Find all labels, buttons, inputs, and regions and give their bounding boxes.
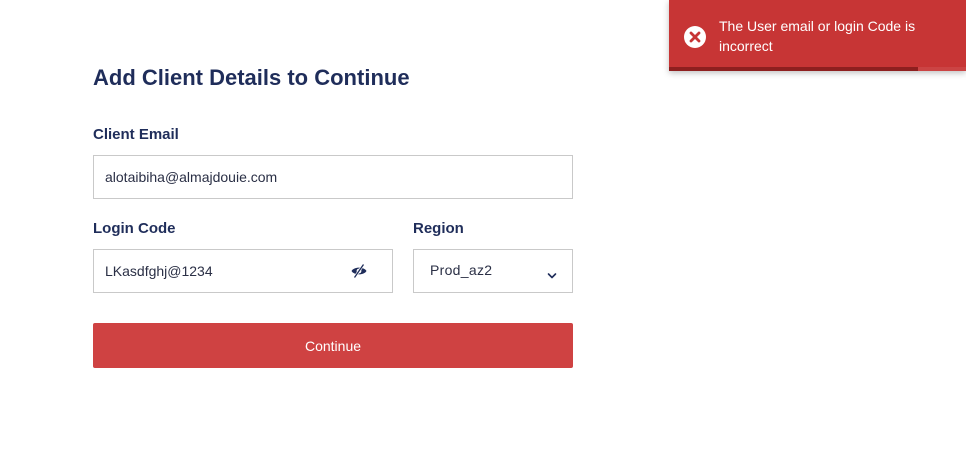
- toast-message: The User email or login Code is incorrec…: [719, 18, 916, 54]
- error-circle-x-icon: [683, 25, 707, 49]
- login-code-input[interactable]: [94, 250, 392, 292]
- client-email-label: Client Email: [93, 126, 179, 143]
- chevron-down-icon: [547, 267, 557, 279]
- page: Add Client Details to Continue Client Em…: [0, 0, 966, 471]
- login-code-field-wrapper: [93, 249, 393, 293]
- toast-progress-bar: [669, 67, 919, 71]
- error-toast[interactable]: The User email or login Code is incorrec…: [669, 0, 966, 71]
- client-details-form: Add Client Details to Continue Client Em…: [93, 64, 573, 368]
- region-label: Region: [413, 220, 464, 237]
- region-select[interactable]: Prod_az2: [413, 249, 573, 293]
- client-email-field-wrapper: [93, 155, 573, 199]
- region-selected-value: Prod_az2: [430, 262, 493, 278]
- client-email-input[interactable]: [94, 156, 572, 198]
- continue-button[interactable]: Continue: [93, 323, 573, 368]
- eye-slash-icon[interactable]: [350, 263, 368, 279]
- login-code-label: Login Code: [93, 220, 176, 237]
- page-title: Add Client Details to Continue: [93, 65, 410, 90]
- toast-progress-track: [669, 67, 966, 71]
